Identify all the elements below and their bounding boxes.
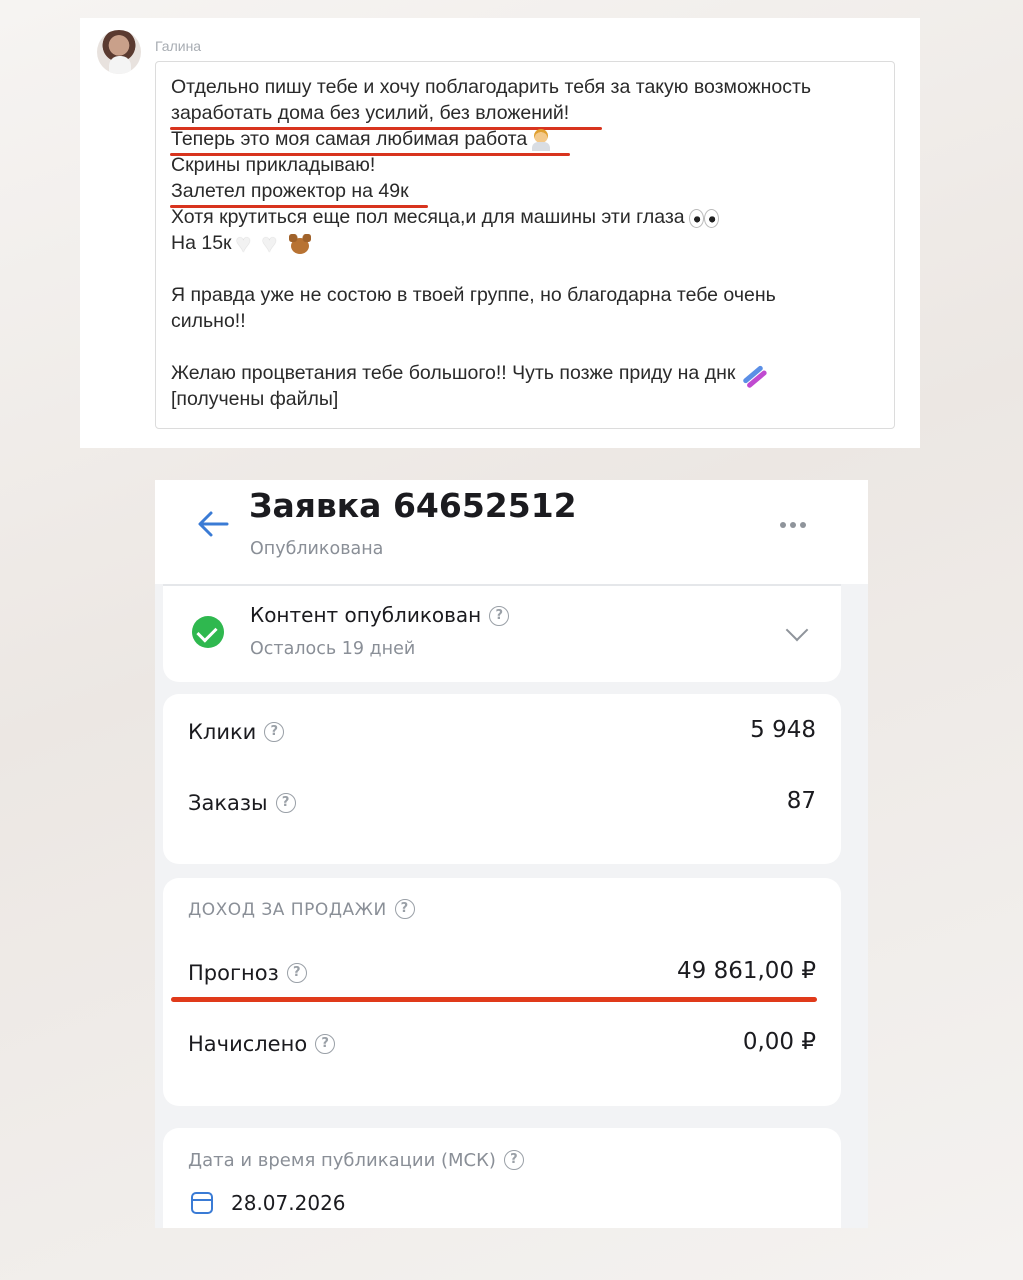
message-line: Залетел прожектор на 49к xyxy=(171,180,409,202)
teddy-bear-emoji-icon xyxy=(288,233,312,255)
clicks-label-text: Клики xyxy=(188,720,257,744)
orders-label: Заказы? xyxy=(188,791,296,815)
message-line-text: Хотя крутиться еще пол месяца,и для маши… xyxy=(171,206,685,228)
chat-message-card: Галина Отдельно пишу тебе и хочу поблаго… xyxy=(80,18,920,448)
eyes-emoji-icon xyxy=(688,208,719,228)
message-line: Отдельно пишу тебе и хочу поблагодарить … xyxy=(171,76,812,98)
accrued-label: Начислено? xyxy=(188,1032,336,1056)
clicks-value: 5 948 xyxy=(750,717,816,743)
orders-value: 87 xyxy=(786,788,816,814)
message-bubble: Отдельно пишу тебе и хочу поблагодарить … xyxy=(155,61,895,429)
metrics-panel: Клики? 5 948 Заказы? 87 xyxy=(163,694,841,864)
status-title-text: Контент опубликован xyxy=(250,603,482,627)
page-title: Заявка 64652512 xyxy=(249,486,577,525)
help-icon[interactable]: ? xyxy=(394,899,415,919)
calendar-icon xyxy=(191,1192,213,1214)
white-heart-emoji-icon xyxy=(236,228,258,259)
help-icon[interactable]: ? xyxy=(315,1034,336,1054)
message-line: Желаю процветания тебе большого!! Чуть п… xyxy=(171,362,765,386)
help-icon[interactable]: ? xyxy=(264,722,285,742)
message-line: Хотя крутиться еще пол месяца,и для маши… xyxy=(171,206,719,229)
message-line: Теперь это моя самая любимая работа xyxy=(171,128,551,151)
status-panel[interactable]: Контент опубликован? Осталось 19 дней xyxy=(163,586,841,682)
forecast-value: 49 861,00 ₽ xyxy=(677,958,816,984)
accrued-value: 0,00 ₽ xyxy=(742,1029,816,1055)
sender-name[interactable]: Галина xyxy=(155,38,201,54)
publication-date-panel: Дата и время публикации (МСК)? 28.07.202… xyxy=(163,1128,841,1228)
worker-emoji-icon xyxy=(531,128,551,151)
publication-caption-text: Дата и время публикации (МСК) xyxy=(188,1150,496,1171)
accrued-label-text: Начислено xyxy=(188,1032,308,1056)
avatar[interactable] xyxy=(97,30,141,74)
message-line-text: Теперь это моя самая любимая работа xyxy=(171,128,528,150)
app-screenshot: Заявка 64652512 Опубликована Контент опу… xyxy=(155,480,868,1228)
help-icon[interactable]: ? xyxy=(275,793,296,813)
message-line-text: Желаю процветания тебе большого!! Чуть п… xyxy=(171,362,736,385)
chevron-down-icon[interactable] xyxy=(785,618,809,642)
status-title: Контент опубликован? xyxy=(250,603,510,627)
status-subtitle: Осталось 19 дней xyxy=(250,639,416,659)
income-caption: ДОХОД ЗА ПРОДАЖИ? xyxy=(188,899,415,920)
forecast-label-text: Прогноз xyxy=(188,961,279,985)
help-icon[interactable]: ? xyxy=(489,605,510,626)
help-icon[interactable]: ? xyxy=(286,963,307,983)
orders-label-text: Заказы xyxy=(188,791,268,815)
files-received-link[interactable]: [получены файлы] xyxy=(171,388,338,411)
message-line: сильно!! xyxy=(171,310,246,332)
publication-caption: Дата и время публикации (МСК)? xyxy=(188,1150,524,1171)
app-header: Заявка 64652512 Опубликована xyxy=(155,480,868,584)
highlight-underline xyxy=(171,997,817,1002)
publication-date: 28.07.2026 xyxy=(231,1191,346,1215)
forecast-label: Прогноз? xyxy=(188,961,307,985)
more-horizontal-icon[interactable] xyxy=(780,520,810,530)
white-heart-emoji-icon xyxy=(262,228,284,259)
page-subtitle: Опубликована xyxy=(250,539,384,559)
message-line: Я правда уже не состою в твоей группе, н… xyxy=(171,284,776,306)
message-line: Скрины прикладываю! xyxy=(171,154,376,176)
arrow-left-icon[interactable] xyxy=(197,510,229,538)
message-line-text: На 15к xyxy=(171,232,232,254)
check-circle-icon xyxy=(192,616,224,648)
help-icon[interactable]: ? xyxy=(503,1150,524,1170)
dna-emoji-icon xyxy=(739,362,765,386)
clicks-label: Клики? xyxy=(188,720,285,744)
message-line: На 15к xyxy=(171,228,312,259)
message-line: заработать дома без усилий, без вложений… xyxy=(171,102,570,124)
income-caption-text: ДОХОД ЗА ПРОДАЖИ xyxy=(188,900,387,920)
income-panel: ДОХОД ЗА ПРОДАЖИ? Прогноз? 49 861,00 ₽ Н… xyxy=(163,878,841,1106)
